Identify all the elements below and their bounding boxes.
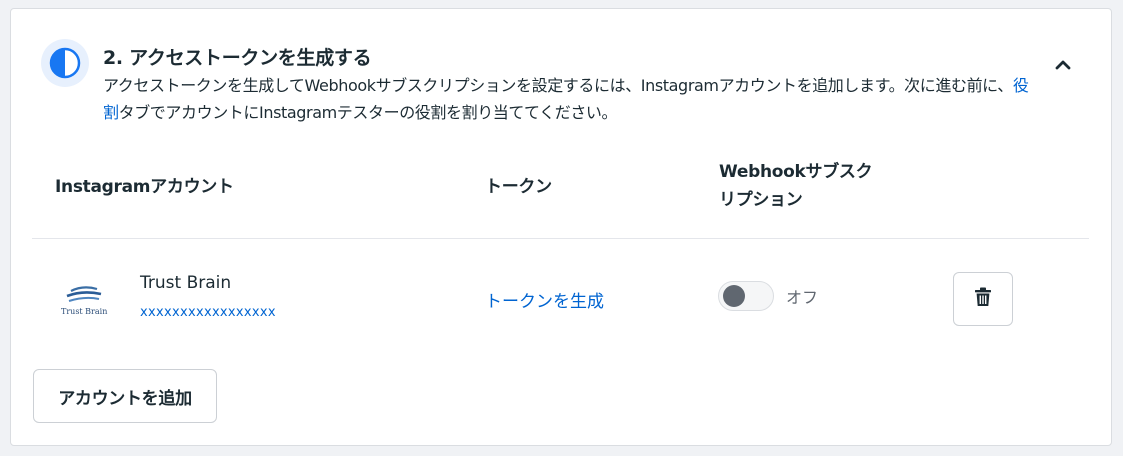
toggle-state-label: オフ: [786, 288, 819, 307]
webhook-subscription-toggle[interactable]: [718, 281, 774, 311]
delete-account-button[interactable]: [953, 272, 1013, 326]
column-header-webhook-subscription: Webhookサブスク リプション: [719, 162, 873, 210]
half-circle-icon: [41, 39, 89, 87]
column-header-token: トークン: [485, 177, 552, 197]
trash-icon: [974, 287, 992, 311]
chevron-up-icon[interactable]: [1051, 53, 1075, 77]
generate-token-link[interactable]: トークンを生成: [485, 287, 604, 312]
table-divider: [32, 238, 1089, 239]
toggle-knob: [723, 285, 745, 307]
account-logo: Trust Brain: [53, 277, 123, 319]
add-account-button[interactable]: アカウントを追加: [33, 369, 217, 423]
section-description: アクセストークンを生成してWebhookサブスクリプションを設定するには、Ins…: [103, 72, 1033, 126]
column-header-account: Instagramアカウント: [55, 177, 234, 197]
account-name: Trust Brain: [140, 273, 232, 293]
section-title: 2. アクセストークンを生成する: [103, 47, 372, 69]
account-id-link[interactable]: xxxxxxxxxxxxxxxxx: [140, 305, 276, 320]
description-text-part1: アクセストークンを生成してWebhookサブスクリプションを設定するには、Ins…: [103, 76, 1013, 95]
logo-text: Trust Brain: [61, 307, 107, 316]
access-token-section-card: 2. アクセストークンを生成する アクセストークンを生成してWebhookサブス…: [10, 8, 1112, 446]
description-text-part2: タブでアカウントにInstagramテスターの役割を割り当ててください。: [118, 103, 618, 122]
